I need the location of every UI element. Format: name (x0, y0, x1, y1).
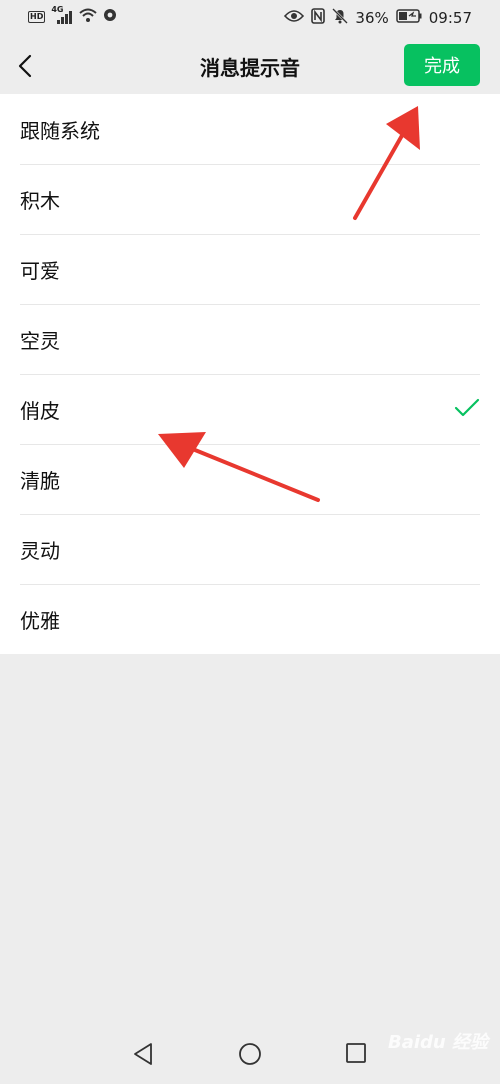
watermark: Baidu 经验 (387, 1032, 488, 1053)
recents-square-icon[interactable] (345, 1042, 367, 1064)
annotation-arrows (158, 106, 420, 502)
back-triangle-icon[interactable] (132, 1042, 154, 1066)
arrow-to-done-button (353, 106, 420, 220)
arrow-to-selected-item (158, 432, 320, 502)
home-circle-icon[interactable] (238, 1042, 262, 1066)
